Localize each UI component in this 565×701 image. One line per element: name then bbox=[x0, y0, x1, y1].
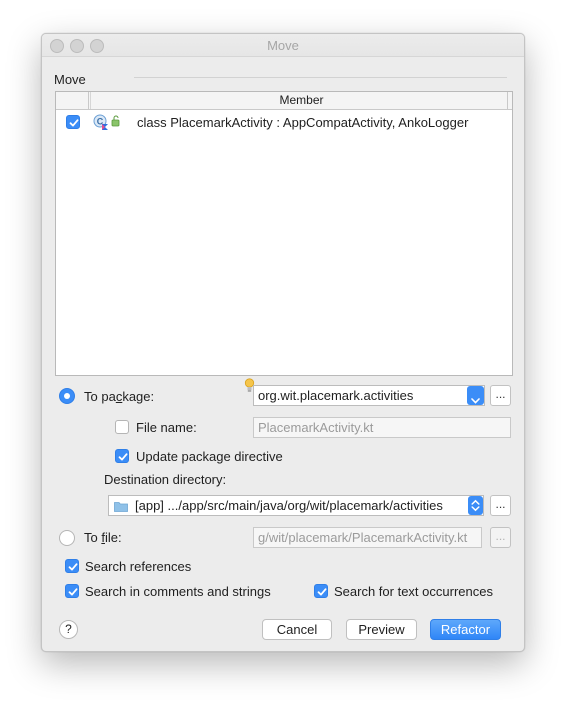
window-title: Move bbox=[267, 38, 299, 53]
file-name-field[interactable]: PlacemarkActivity.kt bbox=[253, 417, 511, 438]
package-browse-button[interactable]: ... bbox=[490, 385, 511, 406]
to-file-field[interactable]: ɡ/wit/placemark/PlacemarkActivity.kt bbox=[253, 527, 482, 548]
updown-chevron-icon bbox=[471, 499, 480, 515]
file-name-label[interactable]: File name: bbox=[136, 420, 197, 435]
search-references-checkbox[interactable] bbox=[65, 559, 79, 573]
public-visibility-icon bbox=[111, 115, 121, 130]
members-table: Member C class PlacemarkActivity: AppCo… bbox=[55, 91, 513, 376]
destination-browse-button[interactable]: ... bbox=[490, 495, 511, 516]
section-divider bbox=[134, 77, 507, 78]
title-bar[interactable]: Move bbox=[42, 34, 524, 57]
search-comments-strings-checkbox[interactable] bbox=[65, 584, 79, 598]
refactor-button[interactable]: Refactor bbox=[430, 619, 501, 640]
destination-directory-label: Destination directory: bbox=[104, 472, 227, 487]
kotlin-class-icon: C bbox=[93, 114, 109, 133]
package-value: org.wit.placemark.activities bbox=[258, 388, 414, 403]
folder-icon bbox=[114, 500, 128, 515]
column-header-end bbox=[507, 92, 512, 109]
to-file-label[interactable]: To file: bbox=[84, 530, 122, 545]
to-file-radio[interactable] bbox=[59, 530, 75, 546]
search-text-occurrences-checkbox[interactable] bbox=[314, 584, 328, 598]
chevron-down-icon bbox=[471, 392, 480, 407]
search-comments-strings-label[interactable]: Search in comments and strings bbox=[85, 584, 271, 599]
to-package-label[interactable]: To package: bbox=[84, 389, 154, 404]
cancel-button[interactable]: Cancel bbox=[262, 619, 332, 640]
update-package-directive-checkbox[interactable] bbox=[115, 449, 129, 463]
module-label: [app] bbox=[135, 498, 164, 513]
destination-directory-combobox[interactable]: [app] .../app/src/main/java/org/wit/plac… bbox=[108, 495, 484, 516]
member-column-header[interactable]: Member bbox=[90, 92, 512, 109]
file-name-value: PlacemarkActivity.kt bbox=[258, 420, 374, 435]
checkbox-column-header[interactable] bbox=[56, 92, 89, 109]
move-dialog: Move Move Member C class PlacemarkActivi… bbox=[41, 33, 525, 652]
destination-path: .../app/src/main/java/org/wit/placemark/… bbox=[167, 498, 443, 513]
search-text-occurrences-label[interactable]: Search for text occurrences bbox=[334, 584, 493, 599]
package-dropdown-button[interactable] bbox=[467, 386, 484, 405]
table-header: Member bbox=[56, 92, 512, 110]
directory-dropdown-button[interactable] bbox=[468, 496, 483, 515]
preview-button[interactable]: Preview bbox=[346, 619, 417, 640]
search-references-label[interactable]: Search references bbox=[85, 559, 191, 574]
member-row-label: class PlacemarkActivity : AppCompatActiv… bbox=[137, 115, 469, 130]
move-section-label: Move bbox=[54, 72, 86, 87]
package-combobox[interactable]: org.wit.placemark.activities bbox=[253, 385, 485, 406]
update-package-directive-label[interactable]: Update package directive bbox=[136, 449, 283, 464]
to-file-value: ɡ/wit/placemark/PlacemarkActivity.kt bbox=[258, 530, 468, 545]
to-package-radio[interactable] bbox=[59, 388, 75, 404]
file-name-checkbox[interactable] bbox=[115, 420, 129, 434]
to-file-browse-button[interactable]: ... bbox=[490, 527, 511, 548]
table-row[interactable]: C class PlacemarkActivity : AppCompatAct… bbox=[56, 110, 512, 134]
member-checkbox[interactable] bbox=[66, 115, 80, 129]
help-button[interactable]: ? bbox=[59, 620, 78, 639]
